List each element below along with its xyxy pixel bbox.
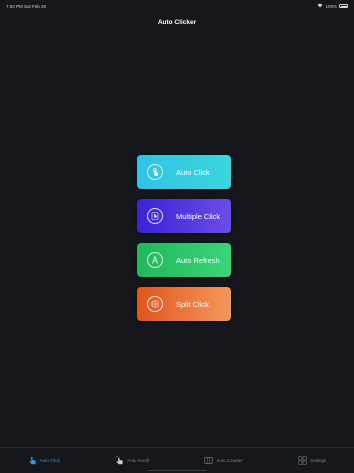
tab-auto-scroll-label: Auto Scroll (127, 458, 149, 463)
home-indicator (147, 469, 207, 471)
letter-a-icon (147, 252, 163, 268)
multiple-click-label: Multiple Click (176, 211, 221, 221)
auto-click-button[interactable]: Auto Click (137, 155, 231, 189)
status-time-date: 7:00 PM Sat Feb 28 (6, 3, 47, 9)
tab-auto-counter[interactable]: Auto Counter (204, 456, 243, 466)
hand-pointer-icon (28, 456, 37, 466)
multiple-click-button[interactable]: Multiple Click (137, 199, 231, 233)
scroll-hand-icon (115, 455, 124, 466)
battery-icon (339, 4, 348, 8)
auto-refresh-label: Auto Refresh (176, 255, 220, 265)
tab-auto-scroll[interactable]: Auto Scroll (115, 455, 149, 466)
action-button-stack: Auto Click Multiple Click Auto Refresh S… (137, 155, 231, 321)
grid-icon (147, 296, 163, 312)
grid-settings-icon (298, 455, 307, 466)
split-click-button[interactable]: Split Click (137, 287, 231, 321)
multi-tap-icon (147, 208, 163, 224)
tab-auto-counter-label: Auto Counter (216, 458, 243, 463)
wifi-icon (317, 3, 323, 9)
tab-auto-click-label: Auto Click (39, 458, 60, 463)
tab-auto-click[interactable]: Auto Click (28, 456, 60, 466)
status-bar: 7:00 PM Sat Feb 28 100% (0, 0, 354, 12)
split-click-label: Split Click (176, 299, 209, 309)
battery-percent: 100% (325, 3, 337, 9)
tap-hand-icon (147, 164, 163, 180)
status-right: 100% (317, 3, 348, 9)
counter-icon (204, 456, 213, 466)
tab-settings-label: Settings (310, 458, 327, 463)
auto-click-label: Auto Click (176, 167, 210, 177)
page-title: Auto Clicker (157, 19, 197, 26)
tab-settings[interactable]: Settings (298, 455, 327, 466)
auto-refresh-button[interactable]: Auto Refresh (137, 243, 231, 277)
